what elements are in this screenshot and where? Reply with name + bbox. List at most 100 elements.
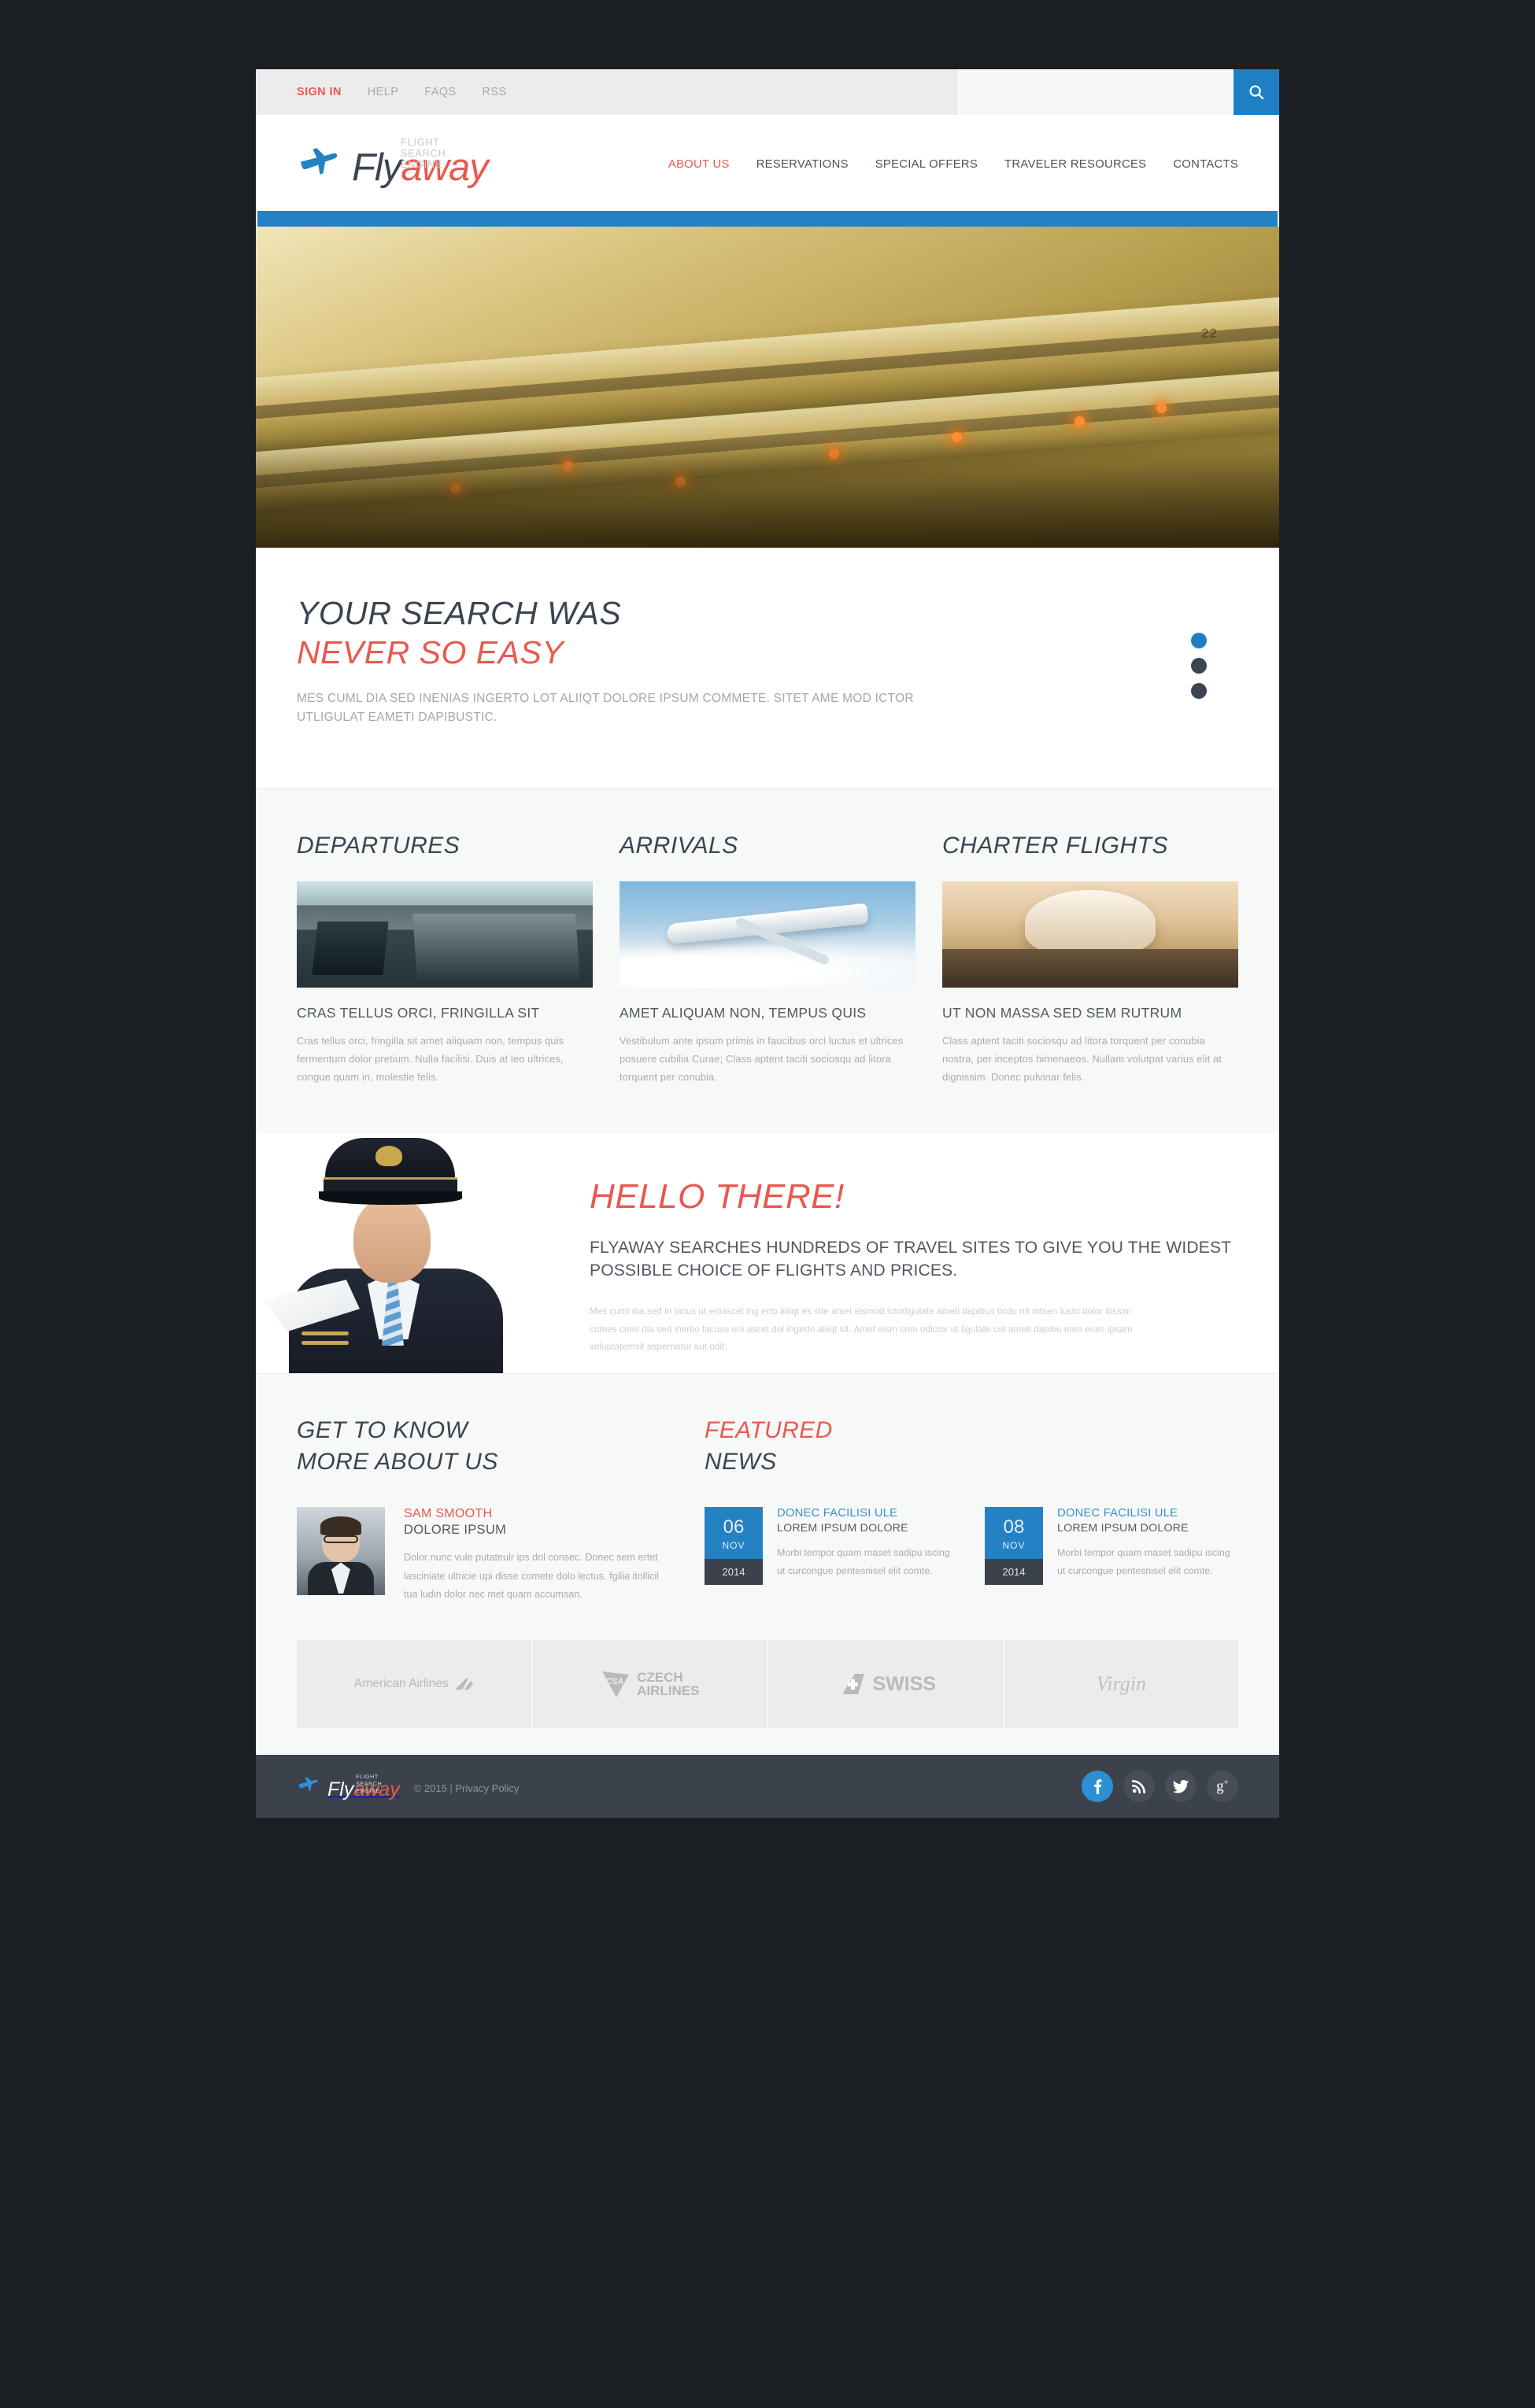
hero-image-cabin-interior: 22 [256,227,1279,548]
pilot-cap-band [324,1177,457,1194]
airport-terminal-photo[interactable] [297,881,593,988]
search-icon [1248,83,1265,101]
partner-swiss[interactable]: SWISS [768,1640,1004,1728]
google-plus-glyph: g+ [1216,1777,1229,1795]
facebook-icon[interactable] [1082,1771,1113,1802]
pilot-sleeve-stripe [301,1331,349,1336]
hero-caption: YOUR SEARCH WAS NEVER SO EASY MES CUML D… [256,548,1279,788]
search-area [956,69,1279,115]
news-item-heading[interactable]: DONEC FACILISI ULE [777,1507,958,1520]
utility-link-sign-in[interactable]: SIGN IN [297,86,342,98]
intro-paragraph: Mes cuml dia sed in lacus ut eniascet in… [590,1306,1133,1353]
airplane-nose [1025,889,1156,956]
partner-name: CZECH AIRLINES [637,1669,700,1698]
team-member-name: SAM SMOOTH [404,1507,493,1521]
news-date-month: NOV [722,1540,745,1552]
about-title-line1: GET TO KNOW [297,1417,468,1444]
utility-link-faqs[interactable]: FAQS [424,86,456,98]
services-titles: DEPARTURES ARRIVALS CHARTER FLIGHTS [297,833,1238,859]
slider-dot-3[interactable] [1191,683,1207,699]
partner-czech-airlines[interactable]: CSA CZECH AIRLINES [532,1640,768,1728]
social-links: g+ [1082,1771,1238,1802]
cabin-light [1074,415,1085,427]
utility-link-rss[interactable]: RSS [483,86,507,98]
news-item-heading[interactable]: DONEC FACILISI ULE [1057,1507,1238,1520]
logo-tagline: FLIGHT SEARCH ENGINE [401,137,446,171]
rss-icon[interactable] [1123,1771,1155,1802]
airplane-in-sky-photo[interactable] [620,881,915,988]
avatar-hair [320,1516,361,1536]
team-member-bio: Dolor nunc vule putateulr ips dol consec… [404,1552,660,1600]
service-card-heading: CRAS TELLUS ORCI, FRINGILLA SIT [297,1005,540,1021]
news-item-text: Morbi tempor quam maset sadipu iscing ut… [777,1547,950,1576]
search-button[interactable] [1234,69,1279,115]
news-item[interactable]: 06 NOV 2014 DONEC FACILISI ULE LOREM IPS… [705,1507,958,1586]
pilot-face [353,1196,431,1283]
nav-item-traveler-resources[interactable]: TRAVELER RESOURCES [1004,158,1146,171]
slider-pagination [1191,633,1207,699]
service-card-text: Vestibulum ante ipsum primis in faucibus… [620,1035,904,1083]
news-date-day: 08 [1003,1516,1025,1538]
search-input[interactable] [956,69,1234,115]
slider-dot-2[interactable] [1191,658,1207,674]
google-plus-icon[interactable]: g+ [1207,1771,1238,1802]
hero-headline-line2: NEVER SO EASY [297,634,564,671]
pilot-photo [256,1133,571,1374]
slider-dot-1[interactable] [1191,633,1207,648]
airplane-at-gate-photo[interactable] [942,881,1238,988]
services-title-arrivals: ARRIVALS [620,833,738,859]
cloud-shape [620,943,915,988]
news-item-body: DONEC FACILISI ULE LOREM IPSUM DOLORE Mo… [777,1507,958,1585]
team-member-role: DOLORE IPSUM [404,1523,507,1538]
news-title-line1: FEATURED [705,1417,833,1444]
pilot-sleeve-stripe [301,1341,349,1346]
site-footer: FLIGHT SEARCH ENGINE Flyaway © 2015 | Pr… [256,1755,1279,1818]
twitter-icon[interactable] [1165,1771,1197,1802]
team-member-info: SAM SMOOTH DOLORE IPSUM Dolor nunc vule … [404,1507,668,1604]
seat-number-label: 22 [1201,326,1218,342]
site-logo[interactable]: FLIGHT SEARCH ENGINE Flyaway [297,137,489,187]
service-card-text: Cras tellus orci, fringilla sit amet ali… [297,1035,564,1083]
news-date-top: 08 NOV [985,1507,1043,1560]
airplane-icon [297,145,339,181]
nav-item-special-offers[interactable]: SPECIAL OFFERS [875,158,978,171]
footer-wordmark: FLIGHT SEARCH ENGINE Flyaway [327,1772,400,1800]
nav-item-contacts[interactable]: CONTACTS [1173,158,1238,171]
about-title: GET TO KNOW MORE ABOUT US [297,1415,668,1477]
news-list: 06 NOV 2014 DONEC FACILISI ULE LOREM IPS… [705,1507,1238,1586]
news-date-year: 2014 [985,1559,1043,1586]
news-item-subheading: LOREM IPSUM DOLORE [777,1522,908,1535]
utility-links: SIGN IN HELP FAQS RSS [256,86,507,98]
utility-link-help[interactable]: HELP [368,86,398,98]
nav-item-about-us[interactable]: ABOUT US [668,158,730,171]
services-title-departures: DEPARTURES [297,833,460,859]
avatar-glasses [324,1535,358,1544]
news-date-badge: 08 NOV 2014 [985,1507,1043,1586]
news-title-line2: NEWS [705,1448,777,1475]
intro-title: HELLO THERE! [590,1177,845,1217]
czech-airlines-logo: CSA CZECH AIRLINES [600,1669,699,1699]
intro-subtitle: FLYAWAY SEARCHES HUNDREDS OF TRAVEL SITE… [590,1239,1231,1280]
website-container: SIGN IN HELP FAQS RSS FLIGHT SEARCH ENGI… [256,69,1279,1818]
intro-section: HELLO THERE! FLYAWAY SEARCHES HUNDREDS O… [256,1133,1279,1374]
site-header: FLIGHT SEARCH ENGINE Flyaway ABOUT US RE… [256,115,1279,211]
footer-logo[interactable]: FLIGHT SEARCH ENGINE Flyaway [297,1772,400,1800]
accent-bar [257,211,1278,227]
news-date-top: 06 NOV [705,1507,763,1560]
services-title-charter-flights: CHARTER FLIGHTS [942,833,1168,859]
nav-item-reservations[interactable]: RESERVATIONS [756,158,849,171]
service-card-text: Class aptent taciti sociosqu ad litora t… [942,1035,1222,1083]
service-card-charter-flights: UT NON MASSA SED SEM RUTRUM Class aptent… [942,881,1238,1086]
hero-headline-line1: YOUR SEARCH WAS [297,595,622,631]
news-item-text: Morbi tempor quam maset sadipu iscing ut… [1057,1547,1230,1576]
team-member: SAM SMOOTH DOLORE IPSUM Dolor nunc vule … [297,1507,668,1604]
news-date-day: 06 [723,1516,745,1538]
footer-logo-tagline: FLIGHT SEARCH ENGINE [356,1772,383,1794]
news-item[interactable]: 08 NOV 2014 DONEC FACILISI ULE LOREM IPS… [985,1507,1238,1586]
main-navigation: ABOUT US RESERVATIONS SPECIAL OFFERS TRA… [668,155,1238,171]
news-date-badge: 06 NOV 2014 [705,1507,763,1586]
hero-headline: YOUR SEARCH WAS NEVER SO EASY [297,593,1238,672]
partner-virgin[interactable]: Virgin [1004,1640,1238,1728]
person-avatar [297,1507,385,1596]
partner-american-airlines[interactable]: American Airlines [297,1640,533,1728]
